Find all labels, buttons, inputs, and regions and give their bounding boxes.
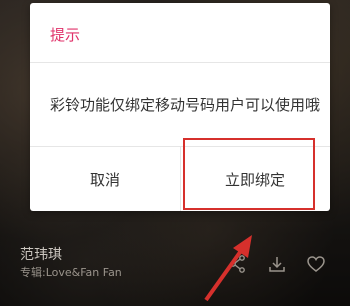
- dialog-divider: [30, 62, 330, 63]
- cancel-button[interactable]: 取消: [30, 147, 180, 211]
- dialog-message: 彩铃功能仅绑定移动号码用户可以使用哦: [50, 96, 321, 114]
- highlight-annotation: [183, 138, 315, 210]
- share-icon[interactable]: [228, 254, 248, 274]
- song-artist: 范玮琪: [20, 247, 62, 263]
- dialog-title: 提示: [50, 26, 81, 44]
- song-album: 专辑:Love&Fan Fan: [20, 266, 122, 279]
- heart-icon[interactable]: [306, 254, 326, 274]
- download-icon[interactable]: [267, 254, 287, 274]
